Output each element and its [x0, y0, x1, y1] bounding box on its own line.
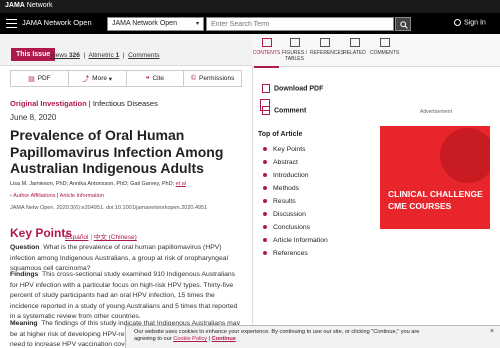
lang-chinese-link[interactable]: 中文 (Chinese)	[94, 234, 137, 241]
permissions-action[interactable]: © Permissions	[184, 71, 241, 86]
tab-comments[interactable]: COMMENTS	[370, 38, 399, 56]
active-tab-indicator	[254, 66, 279, 68]
comments-icon	[379, 38, 390, 47]
authors: Lisa M. Jamieson, PhD; Annika Antonsson,…	[10, 181, 187, 187]
chevron-down-icon: ▾	[195, 21, 199, 27]
cite-action[interactable]: ❝ Cite	[127, 71, 185, 86]
views-link[interactable]: Views 326	[50, 52, 80, 59]
article-type: Original Investigation | Infectious Dise…	[10, 99, 158, 108]
lang-spanish-link[interactable]: Español	[65, 234, 89, 241]
close-icon[interactable]: ×	[490, 328, 494, 335]
author-info-links: › Author Affiliations | Article Informat…	[10, 193, 104, 199]
citation: JAMA Netw Open. 2020;3(6):e204951. doi:1…	[10, 205, 208, 211]
ad-line-1: CLINICAL CHALLENGE	[388, 189, 483, 199]
et-al-link[interactable]: et al	[176, 181, 186, 187]
article-title: Prevalence of Oral Human Papillomavirus …	[10, 127, 224, 176]
sign-in-link[interactable]: Sign In	[454, 19, 486, 26]
user-icon	[454, 19, 461, 26]
toc-heading: Top of Article	[258, 131, 303, 138]
article-actions: ▤ PDF ⤴ More ▾ ❝ Cite © Permissions	[10, 70, 242, 87]
section-link[interactable]: Infectious Diseases	[93, 99, 158, 108]
pdf-action[interactable]: ▤ PDF	[11, 71, 69, 86]
menu-icon[interactable]	[6, 19, 17, 28]
comments-link[interactable]: Comments	[128, 52, 159, 59]
key-points-heading: Key Points	[10, 226, 73, 240]
comment-link[interactable]: Comment	[262, 106, 306, 115]
contents-icon	[261, 38, 272, 47]
pdf-icon: ▤	[28, 75, 35, 83]
search-button[interactable]	[395, 17, 411, 31]
quote-icon: ❝	[145, 75, 150, 83]
tab-figures-tables[interactable]: FIGURES / TABLES	[280, 38, 309, 62]
toc-item[interactable]: Discussion	[263, 211, 306, 218]
altmetric-link[interactable]: Altmetric 1	[88, 52, 119, 59]
toc-item[interactable]: References	[263, 250, 308, 257]
network-brand[interactable]: JAMA Network	[5, 2, 52, 9]
tab-related[interactable]: RELATED	[340, 38, 369, 56]
column-divider	[252, 34, 253, 348]
ad-line-2: CME COURSES	[388, 201, 452, 211]
key-points-languages: Español | 中文 (Chinese)	[65, 234, 137, 241]
references-icon	[319, 38, 330, 47]
this-issue-button[interactable]: This Issue	[11, 48, 56, 61]
toc-item[interactable]: Results	[263, 198, 296, 205]
advertisement[interactable]: CLINICAL CHALLENGE CME COURSES	[380, 114, 490, 229]
article-metrics: Views 326 | Altmetric 1 | Comments	[50, 52, 160, 59]
tab-contents[interactable]: CONTENTS	[252, 38, 281, 56]
continue-link[interactable]: Continue	[212, 336, 236, 342]
download-pdf-link[interactable]: Download PDF	[262, 84, 323, 93]
top-bar: JAMA Network	[0, 0, 500, 13]
toc-item[interactable]: Methods	[263, 185, 299, 192]
author-affiliations-link[interactable]: Author Affiliations	[13, 193, 55, 199]
more-icon: ⤴	[82, 75, 90, 83]
more-action[interactable]: ⤴ More ▾	[69, 71, 127, 86]
permissions-icon: ©	[190, 75, 196, 82]
key-findings: Findings This cross-sectional study exam…	[10, 271, 238, 320]
tab-references[interactable]: REFERENCES	[310, 38, 344, 56]
search-icon	[400, 21, 408, 29]
toc-item[interactable]: Key Points	[263, 146, 306, 153]
related-icon	[349, 38, 360, 47]
article-information-link[interactable]: Article Information	[60, 193, 104, 199]
comment-icon	[262, 106, 270, 115]
article-date: June 8, 2020	[10, 113, 57, 122]
ad-graphic	[440, 128, 490, 183]
cookie-text: Our website uses cookies to enhance your…	[134, 329, 420, 342]
journal-logo[interactable]: JAMA Network Open	[22, 18, 92, 27]
cookie-policy-link[interactable]: Cookie Policy	[173, 336, 207, 342]
pdf-icon	[262, 84, 270, 93]
toc-item[interactable]: Article Information	[263, 237, 328, 244]
search-input[interactable]	[206, 17, 394, 31]
toc-item[interactable]: Abstract	[263, 159, 298, 166]
figures-icon	[289, 38, 300, 47]
ad-header	[380, 114, 490, 126]
journal-select[interactable]: JAMA Network Open ▾	[107, 17, 204, 31]
toc-item[interactable]: Conclusions	[263, 224, 310, 231]
toc-item[interactable]: Introduction	[263, 172, 309, 179]
